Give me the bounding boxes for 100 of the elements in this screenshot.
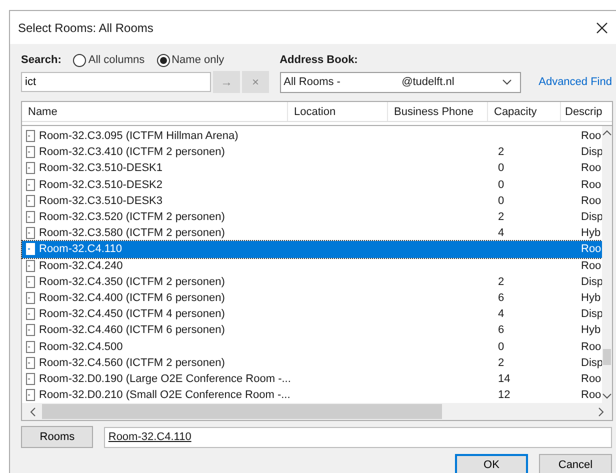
room-icon xyxy=(26,162,35,174)
table-cell: 14 xyxy=(498,372,510,385)
scroll-thumb[interactable] xyxy=(42,404,442,420)
vertical-scrollbar[interactable] xyxy=(602,126,612,404)
room-row[interactable]: Room-32.C3.580 (ICTFM 2 personen) 4 Hyb xyxy=(22,225,602,242)
table-cell: Hyb xyxy=(581,324,601,336)
room-row[interactable]: Room-32.C3.510-DESK1 0 Roo xyxy=(22,160,602,177)
rooms-button[interactable]: Rooms xyxy=(21,426,94,448)
room-icon xyxy=(26,308,35,320)
table-cell: Room-32.C3.580 (ICTFM 2 personen) xyxy=(39,227,225,240)
horizontal-scrollbar[interactable] xyxy=(22,403,612,420)
window-title: Select Rooms: All Rooms xyxy=(18,20,154,34)
room-row[interactable]: Room-32.C3.510-DESK2 0 Roo xyxy=(22,176,602,193)
search-field[interactable]: ict xyxy=(21,72,211,92)
table-cell: Roo xyxy=(581,130,602,142)
room-icon xyxy=(26,389,35,402)
table-cell: Room-32.C4.500 xyxy=(39,340,123,353)
table-cell: Roo xyxy=(581,389,602,402)
address-book-dropdown[interactable]: All Rooms - @tudelft.nl xyxy=(280,72,521,92)
table-cell: 12 xyxy=(498,389,510,402)
ok-button[interactable]: OK xyxy=(455,454,528,473)
table-cell: Room-32.C3.510-DESK2 xyxy=(39,178,163,191)
advanced-find-link[interactable]: Advanced Find xyxy=(538,76,612,88)
room-row[interactable]: Room-32.D0.190 (Large O2E Conference Room -... 14 Roo xyxy=(22,370,602,387)
table-cell: Room-32.C3.520 (ICTFM 2 personen) xyxy=(39,211,225,224)
table-cell: Room-32.C3.510-DESK1 xyxy=(39,162,163,174)
table-cell: Room-32.C4.450 (ICTFM 4 personen) xyxy=(39,308,225,320)
room-row[interactable]: Room-32.C4.110 Roo xyxy=(22,241,602,258)
table-cell: Roo xyxy=(581,260,602,272)
room-row[interactable]: Room-32.C3.510-DESK3 0 Roo xyxy=(22,192,602,209)
close-icon[interactable] xyxy=(596,22,608,34)
table-cell: 0 xyxy=(498,340,504,353)
column-header[interactable]: Location xyxy=(288,102,388,121)
room-icon xyxy=(26,146,35,158)
address-book-label: Address Book: xyxy=(280,54,358,66)
table-cell: Room-32.C4.110 xyxy=(39,243,122,256)
room-icon xyxy=(26,340,35,353)
room-icon xyxy=(26,292,35,304)
table-cell: Hyb xyxy=(581,292,601,304)
room-icon xyxy=(26,243,35,256)
room-row[interactable]: Room-32.D0.210 (Small O2E Conference Room -... 12 Roo xyxy=(22,387,602,404)
table-cell: Room-32.D0.210 (Small O2E Conference Room -... xyxy=(39,389,290,402)
room-icon xyxy=(26,356,35,369)
table-cell: 4 xyxy=(498,308,504,320)
table-cell: Room-32.C3.410 (ICTFM 2 personen) xyxy=(39,146,225,158)
table-cell: Room-32.C4.460 (ICTFM 6 personen) xyxy=(39,324,225,336)
room-row[interactable]: Room-32.C4.500 0 Roo xyxy=(22,338,602,355)
room-icon xyxy=(26,227,35,240)
column-header[interactable]: Business Phone xyxy=(388,102,488,121)
room-row[interactable]: Room-32.C4.450 (ICTFM 4 personen) 4 Disp xyxy=(22,306,602,322)
column-header[interactable]: Capacity xyxy=(488,102,561,121)
table-cell: Room-32.C3.510-DESK3 xyxy=(39,194,163,207)
room-icon xyxy=(26,276,35,288)
table-cell: 0 xyxy=(498,162,504,174)
table-cell: Hyb xyxy=(581,227,601,240)
room-row[interactable]: Room-32.C4.240 Roo xyxy=(22,258,602,274)
cancel-button[interactable]: Cancel xyxy=(539,454,612,473)
room-icon xyxy=(26,324,35,336)
caret-icon xyxy=(502,79,512,85)
table-cell: 2 xyxy=(498,356,504,369)
room-icon xyxy=(26,211,35,224)
room-row[interactable]: Room-32.C4.350 (ICTFM 2 personen) 2 Disp xyxy=(22,274,602,290)
table-cell: Roo xyxy=(581,178,602,191)
table-cell: Room-32.C4.350 (ICTFM 2 personen) xyxy=(39,276,225,288)
room-row[interactable]: Room-32.C3.095 (ICTFM Hillman Arena) Roo xyxy=(22,128,602,144)
table-cell: 0 xyxy=(498,178,504,191)
table-cell: Disp xyxy=(581,356,604,369)
table-cell: Room-32.C3.095 (ICTFM Hillman Arena) xyxy=(39,130,238,142)
rooms-field[interactable]: Room-32.C4.110 xyxy=(104,426,612,448)
room-icon xyxy=(26,194,35,207)
room-row[interactable]: Room-32.C4.460 (ICTFM 6 personen) 6 Hyb xyxy=(22,322,602,338)
scroll-thumb[interactable] xyxy=(603,349,611,366)
table-cell: Room-32.C4.240 xyxy=(39,260,123,272)
column-header[interactable]: Name xyxy=(22,102,288,121)
scroll-left-icon[interactable] xyxy=(30,406,36,417)
search-label: Search: xyxy=(21,54,62,66)
table-cell: Roo xyxy=(581,372,602,385)
room-row[interactable]: Room-32.C4.400 (ICTFM 6 personen) 6 Hyb xyxy=(22,290,602,306)
scroll-right-icon[interactable] xyxy=(598,406,604,417)
scroll-up-icon[interactable] xyxy=(602,130,612,136)
room-icon xyxy=(26,260,35,272)
table-cell: 6 xyxy=(498,324,504,336)
table-cell: Roo xyxy=(581,162,602,174)
table-cell: Roo xyxy=(581,243,602,256)
search-scope-radio[interactable]: All columns xyxy=(73,54,145,66)
room-icon xyxy=(26,372,35,385)
table-cell: 4 xyxy=(498,227,504,240)
room-row[interactable]: Room-32.C3.410 (ICTFM 2 personen) 2 Disp xyxy=(22,144,602,160)
table-cell: Disp xyxy=(581,146,604,158)
scroll-down-icon[interactable] xyxy=(602,393,612,400)
table-cell: 2 xyxy=(498,211,504,224)
room-icon xyxy=(26,130,35,142)
table-cell: Disp xyxy=(581,308,604,320)
room-icon xyxy=(26,178,35,191)
table-cell: Roo xyxy=(581,340,602,353)
room-row[interactable]: Room-32.C3.520 (ICTFM 2 personen) 2 Disp xyxy=(22,208,602,226)
room-row[interactable]: Room-32.C4.560 (ICTFM 2 personen) 2 Disp xyxy=(22,354,602,371)
search-scope-radio[interactable]: Name only xyxy=(156,54,224,66)
table-cell: 6 xyxy=(498,292,504,304)
column-header[interactable]: Descrip xyxy=(561,102,612,121)
